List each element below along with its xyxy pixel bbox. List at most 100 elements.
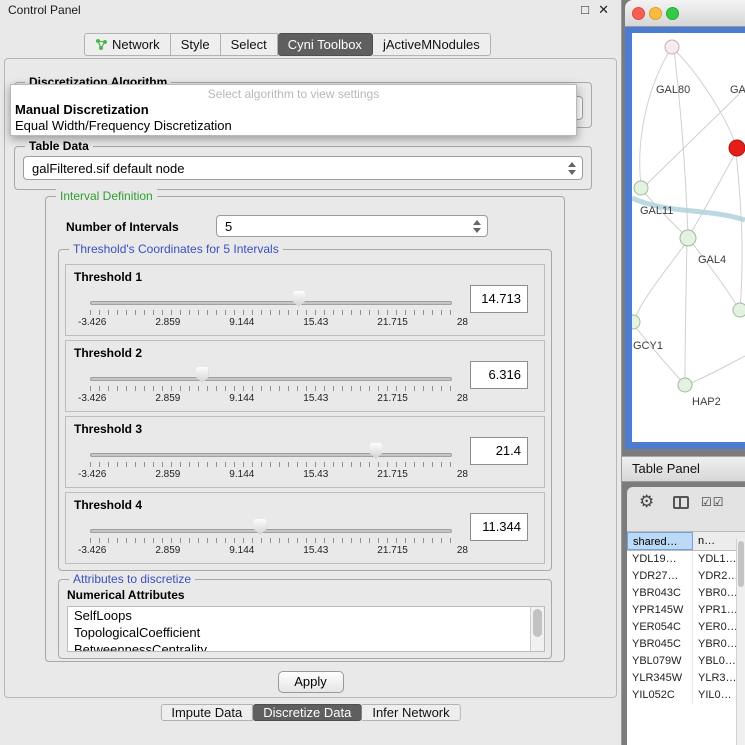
table-cell[interactable]: YPR145W	[627, 602, 693, 619]
table-panel-title: Table Panel	[632, 461, 700, 476]
slider-scale-label: 15.43	[303, 317, 328, 328]
tab-label: Impute Data	[171, 705, 242, 720]
table-row[interactable]: YBL079WYBL0…	[627, 653, 745, 670]
table-cell[interactable]: YER054C	[627, 619, 693, 636]
threshold-1-value-field[interactable]: 14.713	[470, 285, 528, 313]
table-data-select[interactable]: galFiltered.sif default node	[23, 156, 583, 180]
node-label[interactable]: GAL8	[730, 84, 745, 96]
columns-icon[interactable]	[673, 496, 689, 509]
node-label[interactable]: GCY1	[633, 340, 663, 352]
slider-scale: -3.4262.8599.14415.4321.71528	[78, 393, 468, 404]
table-cell[interactable]: YBR045C	[627, 636, 693, 653]
tab-label: Network	[112, 37, 160, 52]
table-scrollbar[interactable]	[736, 539, 745, 745]
tab-style[interactable]: Style	[171, 33, 221, 56]
table-body: YDL19…YDL1…YDR27…YDR2…YBR043CYBR0…YPR145…	[627, 551, 745, 745]
slider-scale-label: 21.715	[377, 317, 408, 328]
node-label[interactable]: HAP2	[692, 396, 721, 408]
list-item-topologicalcoefficient[interactable]: TopologicalCoefficient	[68, 624, 544, 641]
tab-select[interactable]: Select	[221, 33, 278, 56]
table-row[interactable]: YBR043CYBR0…	[627, 585, 745, 602]
network-icon	[95, 38, 108, 51]
list-scrollbar-thumb[interactable]	[533, 609, 542, 637]
threshold-3-block: Threshold 3 -3.4262.8599.14415.4321.7152…	[65, 416, 545, 488]
tab-discretize-data[interactable]: Discretize Data	[253, 704, 362, 721]
slider-scale-label: 28	[457, 317, 468, 328]
table-row[interactable]: YBR045CYBR0…	[627, 636, 745, 653]
threshold-3-value-field[interactable]: 21.4	[470, 437, 528, 465]
slider-scale-label: 15.43	[303, 545, 328, 556]
table-row[interactable]: YPR145WYPR1…	[627, 602, 745, 619]
group-title: Table Data	[25, 139, 93, 153]
table-cell[interactable]: YIL052C	[627, 687, 693, 704]
table-row[interactable]: YLR345WYLR3…	[627, 670, 745, 687]
slider-scale-label: 2.859	[155, 317, 180, 328]
screen: Control Panel □ ✕ Network Style Select C…	[0, 0, 745, 745]
table-cell[interactable]: YBL079W	[627, 653, 693, 670]
tab-network[interactable]: Network	[84, 33, 171, 56]
float-icon[interactable]: □	[581, 2, 589, 17]
slider-scale-label: 28	[457, 393, 468, 404]
slider-scale-label: -3.426	[78, 317, 106, 328]
table-toolbar: ⚙ ☑☑	[627, 487, 745, 519]
threshold-3-slider[interactable]: -3.4262.8599.14415.4321.71528	[90, 417, 452, 489]
threshold-2-block: Threshold 2 -3.4262.8599.14415.4321.7152…	[65, 340, 545, 412]
table-row[interactable]: YDL19…YDL1…	[627, 551, 745, 568]
column-header-shared-name[interactable]: shared…	[627, 532, 693, 550]
list-item-selfloops[interactable]: SelfLoops	[68, 607, 544, 624]
dropdown-option-manual-discretization[interactable]: Manual Discretization	[11, 102, 576, 118]
slider-ticks	[90, 462, 452, 467]
slider-track[interactable]	[90, 453, 452, 457]
slider-scale-label: 15.43	[303, 469, 328, 480]
slider-scale: -3.4262.8599.14415.4321.71528	[78, 317, 468, 328]
table-cell[interactable]: YDL19…	[627, 551, 693, 568]
table-row[interactable]: YER054CYER0…	[627, 619, 745, 636]
table-cell[interactable]: YBR043C	[627, 585, 693, 602]
threshold-4-slider[interactable]: -3.4262.8599.14415.4321.71528	[90, 493, 452, 565]
dropdown-option-equal-width-frequency[interactable]: Equal Width/Frequency Discretization	[11, 118, 576, 134]
tab-cyni-toolbox[interactable]: Cyni Toolbox	[278, 33, 373, 56]
table-row[interactable]: YDR27…YDR2…	[627, 568, 745, 585]
tab-infer-network[interactable]: Infer Network	[362, 704, 460, 721]
slider-scale: -3.4262.8599.14415.4321.71528	[78, 469, 468, 480]
apply-button[interactable]: Apply	[278, 671, 344, 693]
list-item-betweennesscentrality[interactable]: BetweennessCentrality	[68, 641, 544, 652]
table-header-row: shared… n…	[627, 531, 745, 551]
slider-scale-label: 2.859	[155, 469, 180, 480]
slider-scale-label: 9.144	[229, 545, 254, 556]
thresholds-group: Threshold's Coordinates for 5 Intervals …	[58, 249, 552, 571]
slider-scale-label: -3.426	[78, 469, 106, 480]
list-scrollbar[interactable]	[530, 607, 544, 651]
tab-label: Discretize Data	[263, 705, 351, 720]
close-traffic-light-icon[interactable]	[632, 7, 645, 20]
table-panel-titlebar: Table Panel	[622, 456, 745, 482]
control-panel-window: Control Panel □ ✕ Network Style Select C…	[0, 0, 622, 745]
number-of-intervals-select[interactable]: 5	[216, 215, 488, 237]
threshold-1-slider[interactable]: -3.4262.8599.14415.4321.71528	[90, 265, 452, 337]
zoom-traffic-light-icon[interactable]	[666, 7, 679, 20]
slider-track[interactable]	[90, 377, 452, 381]
minimize-traffic-light-icon[interactable]	[649, 7, 662, 20]
node-label[interactable]: GAL80	[656, 84, 690, 96]
select-columns-checkboxes-icon[interactable]: ☑☑	[701, 495, 725, 509]
slider-scale-label: 9.144	[229, 469, 254, 480]
slider-track[interactable]	[90, 529, 452, 533]
node-label[interactable]: GAL4	[698, 254, 726, 266]
slider-scale-label: 9.144	[229, 393, 254, 404]
threshold-2-value-field[interactable]: 6.316	[470, 361, 528, 389]
table-row[interactable]: YIL052CYIL0…	[627, 687, 745, 704]
slider-track[interactable]	[90, 301, 452, 305]
threshold-4-value-field[interactable]: 11.344	[470, 513, 528, 541]
network-canvas[interactable]: GAL80 GAL8 GAL11 GAL4 GCY1 HAP2	[632, 33, 745, 442]
algorithm-dropdown-popup: Select algorithm to view settings Manual…	[10, 84, 577, 136]
table-cell[interactable]: YLR345W	[627, 670, 693, 687]
threshold-2-slider[interactable]: -3.4262.8599.14415.4321.71528	[90, 341, 452, 413]
tab-jactivemnodules[interactable]: jActiveMNodules	[373, 33, 491, 56]
close-icon[interactable]: ✕	[598, 2, 609, 18]
table-scrollbar-thumb[interactable]	[738, 541, 744, 587]
network-window-titlebar	[625, 0, 745, 27]
gear-icon[interactable]: ⚙	[639, 492, 654, 512]
node-label[interactable]: GAL11	[640, 205, 673, 217]
tab-impute-data[interactable]: Impute Data	[160, 704, 253, 721]
table-cell[interactable]: YDR27…	[627, 568, 693, 585]
